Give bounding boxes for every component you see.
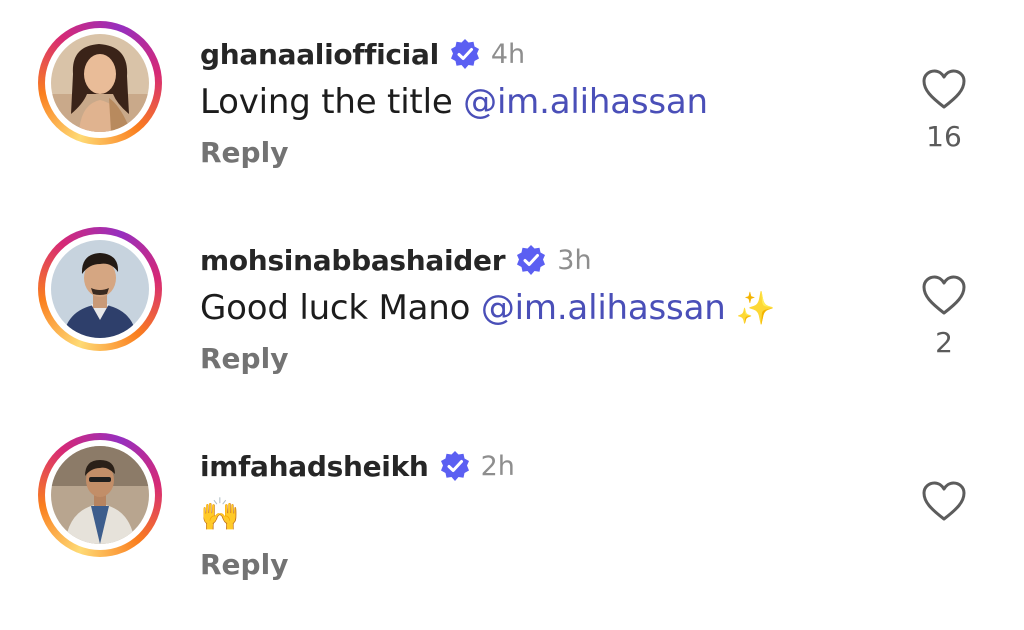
comment-body: Loving the title <box>200 82 464 122</box>
timestamp: 3h <box>557 244 592 276</box>
avatar[interactable] <box>51 240 149 338</box>
avatar[interactable] <box>51 34 149 132</box>
comment-item: imfahadsheikh 2h 🙌 Reply <box>0 430 1024 630</box>
reply-button[interactable]: Reply <box>200 136 288 169</box>
heart-outline-icon[interactable] <box>921 480 967 522</box>
comment-text: Good luck Mano @im.alihassan ✨ <box>200 288 775 328</box>
story-ring[interactable] <box>38 227 162 351</box>
mention-link[interactable]: @im.alihassan <box>463 82 708 122</box>
username[interactable]: imfahadsheikh <box>200 450 429 483</box>
like-count[interactable]: 16 <box>900 120 988 153</box>
reply-button[interactable]: Reply <box>200 548 288 581</box>
comment-item: mohsinabbashaider 3h Good luck Mano @im.… <box>0 224 1024 424</box>
timestamp: 4h <box>490 38 526 70</box>
story-ring[interactable] <box>38 433 162 557</box>
username[interactable]: ghanaaliofficial <box>200 38 439 71</box>
verified-badge-icon <box>515 244 547 276</box>
comment-item: ghanaaliofficial 4h Loving the title @im… <box>0 18 1024 218</box>
username[interactable]: mohsinabbashaider <box>200 244 506 277</box>
story-ring[interactable] <box>38 21 162 145</box>
comment-body: Good luck Mano <box>200 288 481 328</box>
comment-text: Loving the title @im.alihassan <box>200 82 708 122</box>
verified-badge-icon <box>449 38 481 70</box>
raising-hands-emoji: 🙌 <box>200 495 240 533</box>
timestamp: 2h <box>480 450 515 482</box>
mention-link[interactable]: @im.alihassan <box>481 288 726 328</box>
avatar[interactable] <box>51 446 149 544</box>
like-count[interactable]: 2 <box>900 326 988 359</box>
heart-outline-icon[interactable] <box>921 274 967 316</box>
comment-text: 🙌 <box>200 494 240 534</box>
heart-outline-icon[interactable] <box>921 68 967 110</box>
verified-badge-icon <box>439 450 471 482</box>
reply-button[interactable]: Reply <box>200 342 288 375</box>
sparkles-emoji: ✨ <box>725 289 776 327</box>
